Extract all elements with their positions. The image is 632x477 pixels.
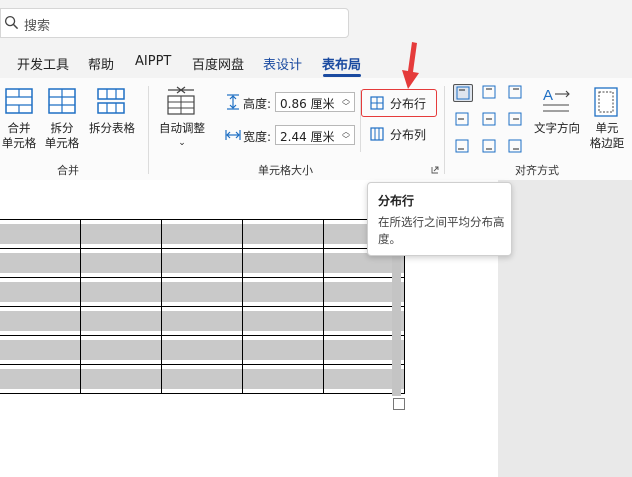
distribute-rows-button[interactable]: 分布行	[361, 89, 437, 117]
align-bottom-center-icon	[482, 139, 496, 153]
ribbon-panel: 合并 单元格 拆分 单元格 拆分表格 合并 自动调整 ⌄ 高度: 0.86 厘米…	[0, 78, 632, 181]
text-direction-button[interactable]: 文字方向	[530, 121, 584, 136]
tooltip-title: 分布行	[378, 194, 415, 208]
tab-help[interactable]: 帮助	[88, 54, 114, 73]
align-middle-center-icon	[482, 112, 496, 126]
width-input[interactable]: 2.44 厘米 ︿ ﹀	[275, 125, 355, 145]
distribute-columns-icon	[370, 127, 384, 141]
split-table-label: 拆分表格	[89, 121, 135, 135]
distribute-rows-label: 分布行	[390, 97, 427, 111]
align-top-right-button[interactable]	[506, 84, 526, 102]
group-separator	[148, 86, 149, 174]
tab-developer-tools[interactable]: 开发工具	[17, 54, 69, 73]
table-row	[0, 335, 405, 365]
align-top-center-icon	[482, 85, 496, 99]
merge-cells-button[interactable]: 合并 单元格	[0, 121, 38, 151]
cell-margins-label-2: 格边距	[589, 136, 625, 150]
tooltip: 分布行 在所选行之间平均分布高度。	[367, 182, 512, 256]
align-bottom-center-button[interactable]	[480, 138, 500, 156]
table-resize-handle[interactable]	[393, 398, 405, 410]
tab-table-design[interactable]: 表设计	[263, 54, 302, 73]
align-bottom-left-icon	[455, 139, 469, 153]
autofit-label: 自动调整	[159, 121, 205, 135]
tooltip-description: 在所选行之间平均分布高度。	[378, 215, 505, 246]
merge-cells-label-1: 合并	[7, 121, 31, 135]
table-row	[0, 277, 405, 307]
ribbon-tabs: 开发工具 帮助 AIPPT 百度网盘 表设计 表布局	[0, 46, 632, 78]
align-top-left-icon	[456, 86, 470, 100]
height-input[interactable]: 0.86 厘米 ︿ ﹀	[275, 92, 355, 112]
table-row	[0, 306, 405, 336]
split-cells-label-2: 单元格	[44, 136, 80, 150]
autofit-icon	[167, 86, 195, 115]
table-row	[0, 364, 405, 394]
tab-selected-indicator	[323, 74, 361, 77]
width-label: 宽度:	[243, 130, 272, 144]
align-group-label: 对齐方式	[515, 164, 559, 177]
cell-margins-label-1: 单元	[595, 121, 619, 135]
width-value: 2.44 厘米	[280, 130, 335, 144]
text-direction-label: 文字方向	[534, 121, 580, 135]
split-cells-label-1: 拆分	[50, 121, 74, 135]
split-table-icon	[97, 88, 125, 114]
distribute-columns-button[interactable]: 分布列	[361, 124, 437, 146]
table-row	[0, 219, 405, 249]
svg-text:A: A	[543, 87, 553, 104]
align-bottom-right-icon	[508, 139, 522, 153]
split-table-button[interactable]: 拆分表格	[86, 121, 138, 136]
cell-margins-button[interactable]: 单元 格边距	[585, 121, 629, 151]
autofit-button[interactable]: 自动调整 ⌄	[154, 121, 210, 151]
align-top-left-button[interactable]	[453, 84, 473, 102]
merge-group-label: 合并	[57, 164, 79, 177]
dialog-launcher-icon[interactable]	[431, 166, 439, 174]
tab-aippt[interactable]: AIPPT	[135, 54, 171, 69]
align-middle-right-button[interactable]	[506, 111, 526, 129]
search-placeholder: 搜索	[24, 19, 51, 34]
text-direction-icon: A	[543, 87, 570, 112]
align-bottom-left-button[interactable]	[453, 138, 473, 156]
merge-cells-label-2: 单元格	[1, 136, 37, 150]
search-icon	[4, 15, 19, 30]
split-cells-icon	[48, 88, 76, 114]
table-row	[0, 248, 405, 278]
cell-margins-icon	[594, 87, 618, 117]
merge-cells-icon	[5, 88, 33, 114]
height-label: 高度:	[243, 97, 272, 111]
align-bottom-right-button[interactable]	[506, 138, 526, 156]
row-height-icon	[227, 94, 239, 110]
distribute-rows-icon	[370, 96, 384, 110]
tab-table-layout[interactable]: 表布局	[322, 54, 361, 73]
tab-baidu-netdisk[interactable]: 百度网盘	[192, 54, 244, 73]
align-middle-left-icon	[455, 112, 469, 126]
chevron-down-icon: ⌄	[178, 138, 186, 148]
split-cells-button[interactable]: 拆分 单元格	[43, 121, 81, 151]
align-middle-center-button[interactable]	[480, 111, 500, 129]
search-box[interactable]: 搜索	[0, 8, 349, 38]
align-middle-right-icon	[508, 112, 522, 126]
column-width-icon	[225, 130, 241, 140]
title-bar: 搜索	[0, 0, 632, 46]
group-separator	[444, 86, 445, 174]
document-background	[498, 180, 632, 477]
document-table[interactable]	[0, 219, 405, 394]
annotation-arrow-icon	[402, 42, 419, 89]
spin-down-icon[interactable]: ﹀	[342, 103, 350, 111]
align-middle-left-button[interactable]	[453, 111, 473, 129]
distribute-columns-label: 分布列	[390, 128, 427, 142]
align-top-center-button[interactable]	[480, 84, 500, 102]
cell-size-group-label: 单元格大小	[258, 164, 313, 177]
spin-down-icon[interactable]: ﹀	[342, 136, 350, 144]
height-value: 0.86 厘米	[280, 97, 335, 111]
align-top-right-icon	[508, 85, 522, 99]
